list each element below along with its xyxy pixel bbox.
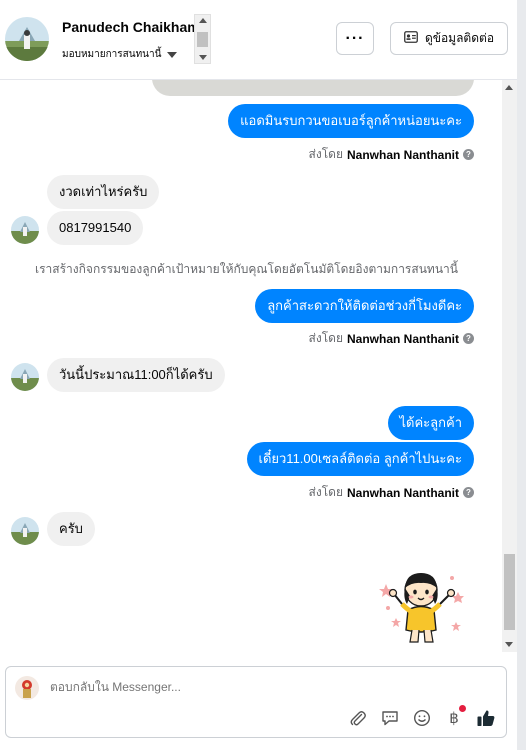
message-thread[interactable]: แอดมินรบกวนขอเบอร์ลูกค้าหน่อยนะคะ ส่งโดย… bbox=[0, 80, 526, 652]
help-icon[interactable]: ? bbox=[463, 333, 474, 344]
view-contact-info-button[interactable]: ดูข้อมูลติดต่อ bbox=[390, 22, 508, 55]
outgoing-message[interactable]: แอดมินรบกวนขอเบอร์ลูกค้าหน่อยนะคะ bbox=[228, 104, 474, 138]
sent-by-label: ส่งโดย Nanwhan Nanthanit ? bbox=[309, 145, 474, 164]
smiley-icon[interactable] bbox=[412, 708, 432, 728]
scroll-down-arrow-icon[interactable] bbox=[199, 55, 207, 60]
header-scrollbar[interactable] bbox=[194, 14, 211, 64]
ellipsis-icon: ··· bbox=[345, 29, 365, 47]
contact-avatar-small bbox=[11, 517, 39, 545]
thumbs-up-icon[interactable] bbox=[476, 708, 496, 728]
incoming-message[interactable]: วันนี้ประมาณ11:00ก็ได้ครับ bbox=[47, 358, 225, 392]
agent-name: Nanwhan Nanthanit bbox=[346, 147, 459, 162]
id-card-icon bbox=[404, 31, 418, 46]
window-edge bbox=[517, 0, 526, 750]
sent-by-label: ส่งโดย Nanwhan Nanthanit ? bbox=[309, 483, 474, 502]
scroll-thumb[interactable] bbox=[197, 32, 208, 47]
more-options-button[interactable]: ··· bbox=[336, 22, 374, 55]
outgoing-message[interactable]: เดี๋ยว11.00เซลล์ติดต่อ ลูกค้าไปนะคะ bbox=[246, 442, 474, 476]
notification-dot bbox=[459, 705, 466, 712]
girl-sticker[interactable] bbox=[372, 570, 472, 650]
chat-bubble-icon[interactable] bbox=[380, 708, 400, 728]
scroll-up-arrow-icon[interactable] bbox=[505, 85, 513, 90]
sent-by-prefix: ส่งโดย bbox=[308, 147, 343, 161]
chat-scrollbar[interactable] bbox=[502, 80, 517, 652]
contact-avatar-small bbox=[11, 216, 39, 244]
caret-down-icon bbox=[167, 51, 178, 58]
agent-name: Nanwhan Nanthanit bbox=[346, 331, 459, 346]
scroll-up-arrow-icon[interactable] bbox=[199, 18, 207, 23]
help-icon[interactable]: ? bbox=[463, 487, 474, 498]
view-contact-info-label: ดูข้อมูลติดต่อ bbox=[424, 31, 495, 45]
incoming-message[interactable]: ครับ bbox=[47, 512, 95, 546]
image-attachment[interactable] bbox=[152, 80, 474, 96]
baht-icon[interactable]: ฿ bbox=[444, 705, 466, 728]
contact-name[interactable]: Panudech Chaikham bbox=[62, 19, 200, 35]
conversation-header: Panudech Chaikham มอบหมายการสนทนานี้ ···… bbox=[0, 0, 526, 80]
assign-label: มอบหมายการสนทนานี้ bbox=[62, 49, 162, 60]
paperclip-icon[interactable] bbox=[348, 708, 368, 728]
composer-toolbar: ฿ bbox=[348, 705, 496, 728]
sent-by-prefix: ส่งโดย bbox=[308, 331, 343, 345]
page-avatar bbox=[15, 676, 39, 700]
incoming-message[interactable]: 0817991540 bbox=[47, 211, 144, 245]
reply-input[interactable] bbox=[50, 680, 490, 694]
assign-conversation-dropdown[interactable]: มอบหมายการสนทนานี้ bbox=[62, 47, 178, 62]
incoming-message[interactable]: งวดเท่าไหร่ครับ bbox=[47, 175, 160, 209]
scroll-down-arrow-icon[interactable] bbox=[505, 642, 513, 647]
help-icon[interactable]: ? bbox=[463, 149, 474, 160]
outgoing-message[interactable]: ได้ค่ะลูกค้า bbox=[387, 406, 474, 440]
scroll-thumb[interactable] bbox=[504, 554, 515, 630]
system-note: เราสร้างกิจกรรมของลูกค้าเป้าหมายให้กับคุ… bbox=[35, 262, 458, 276]
sent-by-prefix: ส่งโดย bbox=[308, 485, 343, 499]
contact-avatar[interactable] bbox=[5, 17, 49, 61]
contact-avatar-small bbox=[11, 363, 39, 391]
sent-by-label: ส่งโดย Nanwhan Nanthanit ? bbox=[309, 329, 474, 348]
message-composer[interactable]: ฿ bbox=[5, 666, 507, 738]
agent-name: Nanwhan Nanthanit bbox=[346, 485, 459, 500]
outgoing-message[interactable]: ลูกค้าสะดวกให้ติดต่อช่วงกี่โมงดีคะ bbox=[255, 289, 474, 323]
